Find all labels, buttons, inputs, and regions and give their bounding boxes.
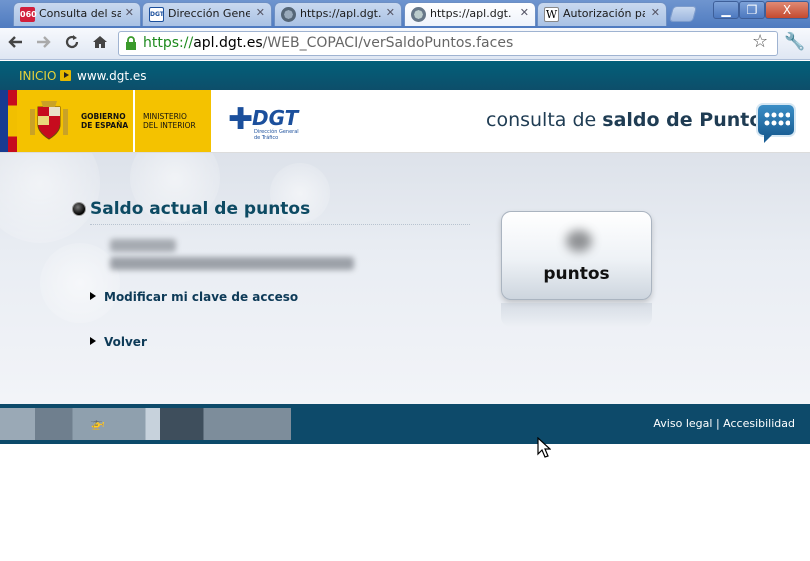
tab-direccion-general[interactable]: DGT Dirección General ✕ bbox=[142, 2, 272, 26]
gobierno-logo[interactable]: GOBIERNO DE ESPAÑA MINISTERIO DEL INTERI… bbox=[0, 90, 211, 152]
close-icon[interactable]: ✕ bbox=[256, 6, 265, 19]
tab-consulta-saldo[interactable]: 060 Consulta del saldo ✕ bbox=[13, 2, 141, 26]
points-label: puntos bbox=[543, 264, 610, 284]
chat-bubble-icon bbox=[756, 103, 796, 143]
redacted-points-value bbox=[566, 230, 592, 252]
play-icon bbox=[60, 70, 71, 81]
gobierno-text: GOBIERNO DE ESPAÑA bbox=[81, 112, 128, 130]
mouse-cursor-icon bbox=[537, 437, 551, 458]
browser-titlebar: 060 Consulta del saldo ✕ DGT Dirección G… bbox=[0, 0, 810, 28]
link-arrow-icon bbox=[90, 292, 96, 300]
tab-autorizacion[interactable]: W Autorización para ✕ bbox=[537, 2, 667, 26]
tab-apl-dgt-active[interactable]: https://apl.dgt.es ✕ bbox=[404, 2, 536, 26]
browser-toolbar: https://apl.dgt.es/WEB_COPACI/verSaldoPu… bbox=[0, 28, 810, 60]
coat-of-arms-icon bbox=[30, 101, 68, 140]
url-text: https://apl.dgt.es/WEB_COPACI/verSaldoPu… bbox=[143, 32, 513, 55]
lock-icon bbox=[126, 36, 136, 50]
dgt-site-link[interactable]: www.dgt.es bbox=[77, 69, 147, 83]
helicopter-icon: 🚁 bbox=[90, 416, 105, 430]
close-icon[interactable]: ✕ bbox=[386, 6, 395, 19]
back-arrow-icon[interactable] bbox=[5, 33, 27, 55]
logo-divider bbox=[133, 90, 135, 152]
home-icon[interactable] bbox=[89, 33, 111, 55]
accesibilidad-link[interactable]: Accesibilidad bbox=[723, 417, 795, 430]
points-display: puntos bbox=[501, 211, 652, 300]
maximize-button[interactable]: ❐ bbox=[739, 1, 765, 19]
page-title: Saldo actual de puntos bbox=[90, 199, 311, 219]
dgt-icon: DGT bbox=[149, 7, 164, 22]
globe-icon bbox=[281, 7, 296, 22]
url-scheme: https:// bbox=[143, 35, 194, 51]
service-title-bold: saldo de Puntos bbox=[602, 109, 774, 131]
dgt-sub-line-2: de Tráfico bbox=[254, 135, 279, 141]
wrench-menu-icon[interactable]: 🔧 bbox=[784, 32, 805, 52]
inicio-link[interactable]: INICIO bbox=[19, 69, 56, 83]
dgt-subtitle: Dirección General de Tráfico bbox=[254, 129, 299, 141]
ministerio-line-1: MINISTERIO bbox=[143, 112, 187, 121]
close-icon[interactable]: ✕ bbox=[651, 6, 660, 19]
dgt-cross-icon: ✚ bbox=[228, 102, 254, 137]
ministerio-line-2: DEL INTERIOR bbox=[143, 121, 196, 130]
gobierno-line-2: DE ESPAÑA bbox=[81, 121, 129, 130]
close-icon[interactable]: ✕ bbox=[520, 6, 529, 19]
globe-icon bbox=[411, 7, 426, 22]
eu-flag-icon bbox=[0, 90, 8, 152]
footer-separator: | bbox=[715, 417, 720, 430]
reload-icon[interactable] bbox=[61, 33, 83, 55]
ministerio-text: MINISTERIO DEL INTERIOR bbox=[143, 112, 196, 130]
section-bullet-icon bbox=[72, 202, 86, 216]
tab-label: https://apl.dgt.es bbox=[430, 7, 512, 20]
redacted-name bbox=[110, 239, 176, 252]
dgt-logo-text: DGT bbox=[252, 106, 299, 130]
url-path: /WEB_COPACI/verSaldoPuntos.faces bbox=[262, 35, 514, 51]
main-content: Saldo actual de puntos Modificar mi clav… bbox=[0, 153, 810, 404]
wikipedia-icon: W bbox=[544, 7, 559, 22]
aviso-legal-link[interactable]: Aviso legal bbox=[653, 417, 712, 430]
site-header: GOBIERNO DE ESPAÑA MINISTERIO DEL INTERI… bbox=[0, 90, 810, 153]
decorative-bubble bbox=[40, 243, 120, 323]
forward-arrow-icon[interactable] bbox=[32, 33, 54, 55]
service-title-light: consulta de bbox=[486, 109, 603, 131]
new-tab-button[interactable] bbox=[668, 6, 698, 22]
site-footer: 🚁 Aviso legal | Accesibilidad bbox=[0, 404, 810, 444]
spain-flag-icon bbox=[8, 90, 17, 152]
tab-label: Dirección General bbox=[168, 7, 250, 20]
bookmark-star-icon[interactable]: ☆ bbox=[752, 31, 768, 52]
tab-apl-dgt-1[interactable]: https://apl.dgt.es ✕ bbox=[274, 2, 402, 26]
link-arrow-icon bbox=[90, 337, 96, 345]
modify-key-link[interactable]: Modificar mi clave de acceso bbox=[104, 290, 298, 304]
tab-label: Consulta del saldo bbox=[39, 7, 121, 20]
close-window-button[interactable]: X bbox=[765, 1, 809, 19]
dots-grid-icon bbox=[764, 112, 790, 126]
close-icon[interactable]: ✕ bbox=[125, 6, 134, 19]
dotted-divider bbox=[90, 224, 470, 225]
web-page: INICIO www.dgt.es GOBIERNO DE ESPAÑA MIN… bbox=[0, 61, 810, 561]
decorative-bubble bbox=[0, 153, 100, 243]
tab-label: Autorización para bbox=[563, 7, 645, 20]
minimize-button[interactable]: ▁ bbox=[713, 1, 739, 19]
060-icon: 060 bbox=[20, 7, 37, 22]
back-link[interactable]: Volver bbox=[104, 335, 147, 349]
dgt-logo[interactable]: ✚ DGT Dirección General de Tráfico bbox=[228, 102, 308, 142]
footer-photo-strip: 🚁 bbox=[0, 408, 291, 440]
tab-label: https://apl.dgt.es bbox=[300, 7, 382, 20]
points-reflection bbox=[501, 303, 652, 327]
service-title: consulta de saldo de Puntos bbox=[486, 109, 774, 131]
top-strip: INICIO www.dgt.es bbox=[0, 61, 810, 90]
address-bar[interactable]: https://apl.dgt.es/WEB_COPACI/verSaldoPu… bbox=[118, 31, 778, 56]
url-host: apl.dgt.es bbox=[193, 35, 263, 51]
gobierno-line-1: GOBIERNO bbox=[81, 112, 126, 121]
footer-links: Aviso legal | Accesibilidad bbox=[653, 417, 795, 430]
redacted-details bbox=[110, 257, 354, 270]
